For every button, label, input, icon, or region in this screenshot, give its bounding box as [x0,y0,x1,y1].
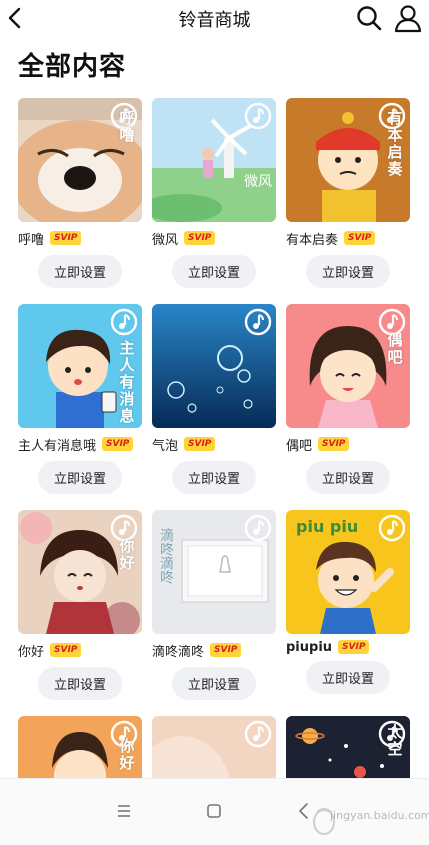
watermark-text: jingyan.baidu.com [330,809,429,822]
svip-badge: SVIP [184,437,216,451]
ringtone-cover[interactable]: 滴咚滴咚 [152,510,276,634]
ringtone-name: 偶吧 [286,438,313,454]
ringtone-card-zhurenyouxiaoxi[interactable]: 主人有消息 主人有消息哦 SVIP 立即设置 [18,304,142,494]
svip-badge: SVIP [210,643,242,657]
ringtone-cover[interactable]: 偶吧 [286,304,410,428]
cover-caption: 太空 [387,723,403,758]
svip-badge: SVIP [184,231,216,245]
ringtone-play-icon[interactable] [244,308,272,336]
ringtone-cover[interactable]: 主人有消息 [18,304,142,428]
ringtone-meta: 主人有消息哦 SVIP [18,434,134,454]
set-ringtone-button[interactable]: 立即设置 [38,461,122,494]
ringtone-cover[interactable]: 太空 [286,716,410,778]
system-nav-bar: jingyan.baidu.com [0,778,429,845]
svip-badge: SVIP [344,231,376,245]
ringtone-name: 气泡 [152,438,179,454]
set-ringtone-button[interactable]: 立即设置 [172,667,256,700]
ringtone-card-ouba[interactable]: 偶吧 偶吧 SVIP 立即设置 [286,304,410,494]
ringtone-cover[interactable]: 你好 [18,510,142,634]
ringtone-card-youbenqizou[interactable]: 有本启奏 有本启奏 SVIP 立即设置 [286,98,410,288]
ringtone-meta: 呼噜 SVIP [18,228,82,248]
ringtone-play-icon[interactable] [110,308,138,336]
ringtone-cover[interactable]: 你好 [18,716,142,778]
svip-badge: SVIP [50,231,82,245]
ringtone-play-icon[interactable] [244,720,272,748]
ringtone-cover[interactable]: 有本启奏 [286,98,410,222]
ringtone-cover[interactable]: 微风 [152,98,276,222]
set-ringtone-button[interactable]: 立即设置 [172,255,256,288]
ringtone-cover[interactable]: 呼噜 [18,98,142,222]
ringtone-name: 滴咚滴咚 [152,644,205,660]
cover-caption: 主人有消息 [119,339,135,425]
ringtone-play-icon[interactable] [244,102,272,130]
ringtone-name: 微风 [152,232,179,248]
ringtone-card-weifeng[interactable]: 微风 微风 SVIP 立即设置 [152,98,276,288]
svip-badge: SVIP [318,437,350,451]
ringtone-card-hulu[interactable]: 呼噜 呼噜 SVIP 立即设置 [18,98,142,288]
ringtone-card-qipao[interactable]: 气泡 SVIP 立即设置 [152,304,276,494]
ringtone-grid: 呼噜 呼噜 SVIP 立即设置 微风 微风 SVIP 立即设置 有本启奏 有本启… [0,0,429,780]
cover-caption: 呼噜 [119,109,135,144]
svip-badge: SVIP [50,643,82,657]
cover-caption: 偶吧 [387,331,403,366]
ringtone-meta: piupiu SVIP [286,637,370,657]
set-ringtone-button[interactable]: 立即设置 [38,255,122,288]
ringtone-meta: 你好 SVIP [18,640,82,660]
baidu-watermark-logo [313,808,335,835]
cover-print: piu piu [296,517,358,536]
ringtone-meta: 滴咚滴咚 SVIP [152,640,242,660]
cover-print: 滴咚滴咚 [158,527,174,584]
ringtone-name: 有本启奏 [286,232,339,248]
cover-caption: 你好 [119,537,135,572]
home-icon[interactable] [202,799,226,823]
ringtone-meta: 微风 SVIP [152,228,216,248]
ringtone-meta: 有本启奏 SVIP [286,228,376,248]
svip-badge: SVIP [102,437,134,451]
ringtone-name: 你好 [18,644,45,660]
ringtone-play-icon[interactable] [378,514,406,542]
ringtone-meta: 气泡 SVIP [152,434,216,454]
ringtone-card-nihao[interactable]: 你好 你好 SVIP 立即设置 [18,510,142,700]
cover-print: 微风 [244,174,272,190]
set-ringtone-button[interactable]: 立即设置 [172,461,256,494]
ringtone-card-row4-1[interactable]: 你好 [18,716,142,778]
set-ringtone-button[interactable]: 立即设置 [38,667,122,700]
set-ringtone-button[interactable]: 立即设置 [306,461,390,494]
menu-icon[interactable] [112,799,136,823]
ringtone-card-row4-2[interactable] [152,716,276,778]
ringtone-cover[interactable] [152,716,276,778]
ringtone-name: 主人有消息哦 [18,438,97,454]
svip-badge: SVIP [338,640,370,654]
cover-caption: 你好 [119,737,135,772]
ringtone-play-icon[interactable] [244,514,272,542]
ringtone-card-row4-3[interactable]: 太空 [286,716,410,778]
ringtone-card-didongdidong[interactable]: 滴咚滴咚 滴咚滴咚 SVIP 立即设置 [152,510,276,700]
ringtone-name: piupiu [286,639,333,655]
set-ringtone-button[interactable]: 立即设置 [306,255,390,288]
ringtone-card-piupiu[interactable]: piu piu piupiu SVIP 立即设置 [286,510,410,694]
ringtone-name: 呼噜 [18,232,45,248]
ringtone-meta: 偶吧 SVIP [286,434,350,454]
ringtone-cover[interactable]: piu piu [286,510,410,634]
set-ringtone-button[interactable]: 立即设置 [306,661,390,694]
ringtone-cover[interactable] [152,304,276,428]
cover-caption: 有本启奏 [387,109,403,178]
